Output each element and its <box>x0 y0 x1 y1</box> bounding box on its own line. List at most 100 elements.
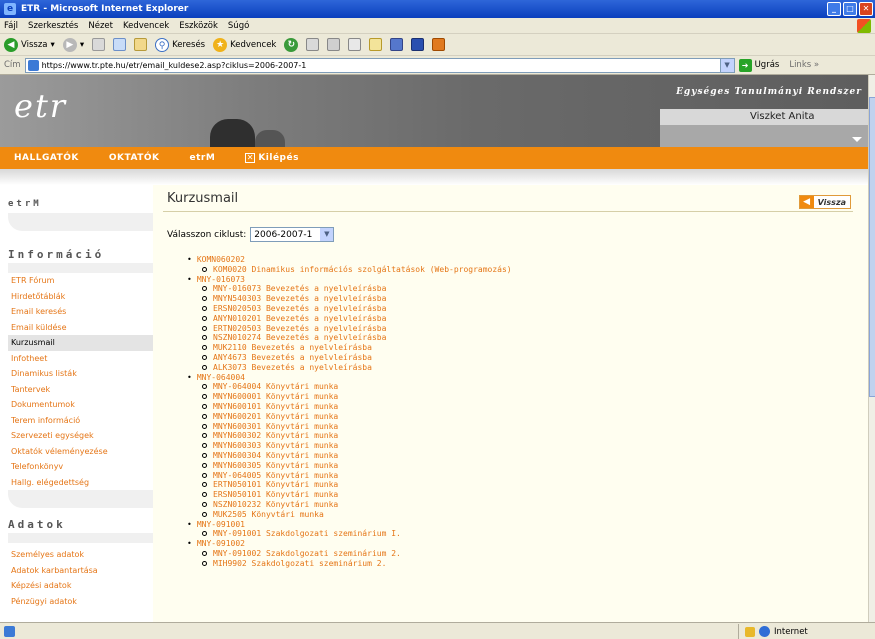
course-item-link[interactable]: MNY-016073 Bevezetés a nyelvleírásba <box>187 284 512 294</box>
course-item-link[interactable]: MNYN600305 Könyvtári munka <box>187 461 512 471</box>
maximize-button[interactable]: □ <box>843 2 857 16</box>
windows-logo-icon <box>857 19 871 33</box>
sidebar-item-info[interactable]: Hirdetőtáblák <box>8 289 153 305</box>
discuss-icon[interactable] <box>369 38 383 51</box>
course-item-link[interactable]: MNYN600101 Könyvtári munka <box>187 402 512 412</box>
menu-help[interactable]: Súgó <box>228 21 249 31</box>
course-code: MNY-091002 <box>196 539 245 549</box>
course-code-link[interactable]: • MNY-064004 <box>187 373 512 383</box>
course-item-label: MNYN540303 Bevezetés a nyelvleírásba <box>213 294 387 304</box>
messenger-icon[interactable] <box>390 38 404 51</box>
course-item-link[interactable]: MNY-091002 Szakdolgozati szeminárium 2. <box>187 549 512 559</box>
course-item-link[interactable]: ERSN050101 Könyvtári munka <box>187 490 512 500</box>
course-item-link[interactable]: ERTN020503 Bevezetés a nyelvleírásba <box>187 324 512 334</box>
sidebar-item-info[interactable]: Kurzusmail <box>8 335 153 351</box>
close-button[interactable]: ✕ <box>859 2 873 16</box>
circle-bullet-icon <box>202 354 207 360</box>
sidebar-item-info[interactable]: Email küldése <box>8 320 153 336</box>
course-item-link[interactable]: ANY4673 Bevezetés a nyelvleírásba <box>187 353 512 363</box>
course-code-link[interactable]: • MNY-091001 <box>187 520 512 530</box>
back-button[interactable]: ◀ Vissza <box>798 195 851 209</box>
history-icon[interactable]: ↻ <box>284 37 299 52</box>
home-icon[interactable] <box>134 38 148 51</box>
page-viewport: etr Egységes Tanulmányi Rendszer Viszket… <box>0 75 868 622</box>
sidebar-item-info[interactable]: ETR Fórum <box>8 273 153 289</box>
sidebar-item-info[interactable]: Hallg. elégedettség <box>8 475 153 491</box>
cycle-select[interactable]: 2006-2007-1 ▼ <box>250 227 335 242</box>
course-item-link[interactable]: KOM0020 Dinamikus információs szolgáltat… <box>187 265 512 275</box>
course-item-link[interactable]: ERTN050101 Könyvtári munka <box>187 480 512 490</box>
addon-icon[interactable] <box>432 38 446 51</box>
links-button[interactable]: Links » <box>789 60 819 70</box>
stop-icon[interactable] <box>92 38 106 51</box>
course-item-link[interactable]: MNYN600201 Könyvtári munka <box>187 412 512 422</box>
print-icon[interactable] <box>327 38 341 51</box>
course-item-link[interactable]: MNYN600304 Könyvtári munka <box>187 451 512 461</box>
scrollbar-thumb[interactable] <box>869 97 875 397</box>
page-scrollbar[interactable] <box>868 75 875 622</box>
sidebar-item-data[interactable]: Pénzügyi adatok <box>8 594 153 610</box>
minimize-button[interactable]: _ <box>827 2 841 16</box>
menu-tools[interactable]: Eszközök <box>179 21 218 31</box>
course-item-link[interactable]: MNYN600001 Könyvtári munka <box>187 392 512 402</box>
course-item-link[interactable]: MUK2505 Könyvtári munka <box>187 510 512 520</box>
course-item-link[interactable]: NSZN010274 Bevezetés a nyelvleírásba <box>187 333 512 343</box>
etr-logo[interactable]: etr <box>14 87 67 125</box>
header-strip <box>660 125 868 147</box>
course-item-link[interactable]: MIH9902 Szakdolgozati szeminárium 2. <box>187 559 512 569</box>
address-input[interactable]: https://www.tr.pte.hu/etr/email_kuldese2… <box>24 57 735 73</box>
favorites-button[interactable]: ★ Kedvencek <box>213 37 276 52</box>
sidebar-item-info[interactable]: Infotheet <box>8 351 153 367</box>
sidebar-item-info[interactable]: Email keresés <box>8 304 153 320</box>
nav-students[interactable]: HALLGATÓK <box>14 153 79 163</box>
address-dropdown-icon[interactable]: ▼ <box>719 58 734 72</box>
course-item-link[interactable]: NSZN010232 Könyvtári munka <box>187 500 512 510</box>
course-item-link[interactable]: MNYN600302 Könyvtári munka <box>187 431 512 441</box>
menu-file[interactable]: Fájl <box>4 21 18 31</box>
sidebar-item-info[interactable]: Telefonkönyv <box>8 459 153 475</box>
sidebar-item-info[interactable]: Tantervek <box>8 382 153 398</box>
sidebar-item-info[interactable]: Szervezeti egységek <box>8 428 153 444</box>
circle-bullet-icon <box>202 305 207 311</box>
course-item-link[interactable]: MNY-064005 Könyvtári munka <box>187 471 512 481</box>
mail-icon[interactable] <box>306 38 320 51</box>
menu-favorites[interactable]: Kedvencek <box>123 21 169 31</box>
nav-teachers[interactable]: OKTATÓK <box>109 153 160 163</box>
course-item-label: MNYN600201 Könyvtári munka <box>213 411 339 421</box>
course-item-link[interactable]: MUK2110 Bevezetés a nyelvleírásba <box>187 343 512 353</box>
sidebar-item-info[interactable]: Dokumentumok <box>8 397 153 413</box>
research-icon[interactable] <box>411 38 425 51</box>
main-content: Kurzusmail ◀ Vissza Válasszon ciklust: 2… <box>153 185 868 622</box>
search-button[interactable]: ⚲ Keresés <box>155 37 205 52</box>
course-item-link[interactable]: ANYN010201 Bevezetés a nyelvleírásba <box>187 314 512 324</box>
course-code-link[interactable]: • KOMN060202 <box>187 255 512 265</box>
back-nav-button[interactable]: ◀ Vissza ▾ <box>4 37 55 52</box>
refresh-icon[interactable] <box>113 38 127 51</box>
sidebar-item-data[interactable]: Személyes adatok <box>8 547 153 563</box>
course-item-link[interactable]: MNYN540303 Bevezetés a nyelvleírásba <box>187 294 512 304</box>
circle-bullet-icon <box>202 335 207 341</box>
course-item-link[interactable]: ERSN020503 Bevezetés a nyelvleírásba <box>187 304 512 314</box>
sidebar-item-info[interactable]: Terem információ <box>8 413 153 429</box>
course-code-link[interactable]: • MNY-091002 <box>187 539 512 549</box>
forward-nav-button[interactable]: ▶ ▾ <box>62 37 84 52</box>
sidebar-item-data[interactable]: Adatok karbantartása <box>8 563 153 579</box>
go-button[interactable]: ➜ Ugrás <box>738 58 779 72</box>
sidebar-item-info[interactable]: Oktatók véleményezése <box>8 444 153 460</box>
bullet-icon: • <box>187 255 192 264</box>
course-item-link[interactable]: ALK3073 Bevezetés a nyelvleírásba <box>187 363 512 373</box>
course-item-link[interactable]: MNYN600301 Könyvtári munka <box>187 422 512 432</box>
menu-view[interactable]: Nézet <box>88 21 113 31</box>
circle-bullet-icon <box>202 501 207 507</box>
menu-edit[interactable]: Szerkesztés <box>28 21 78 31</box>
nav-logout[interactable]: ✕ Kilépés <box>245 153 299 163</box>
course-item-link[interactable]: MNYN600303 Könyvtári munka <box>187 441 512 451</box>
sidebar-item-info[interactable]: Dinamikus listák <box>8 366 153 382</box>
edit-icon[interactable] <box>348 38 362 51</box>
course-item-link[interactable]: MNY-064004 Könyvtári munka <box>187 382 512 392</box>
course-item-link[interactable]: MNY-091001 Szakdolgozati szeminárium I. <box>187 529 512 539</box>
course-code-link[interactable]: • MNY-016073 <box>187 275 512 285</box>
nav-etrm[interactable]: etrM <box>190 153 216 163</box>
sidebar-item-data[interactable]: Képzési adatok <box>8 578 153 594</box>
collapse-arrow-icon[interactable] <box>852 137 862 142</box>
